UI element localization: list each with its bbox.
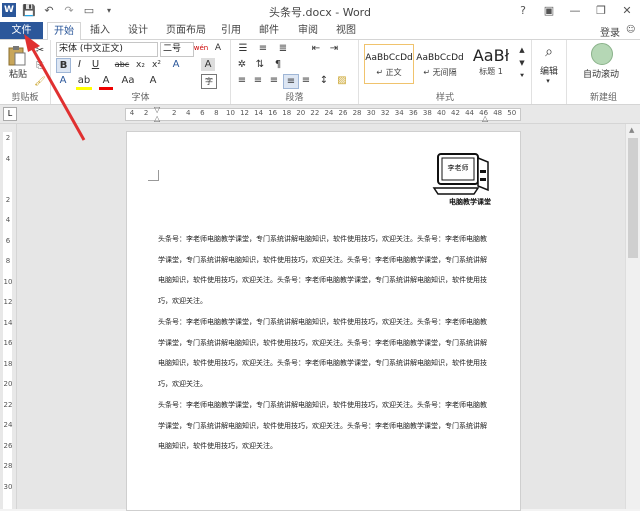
annotation-arrow [24,34,86,141]
